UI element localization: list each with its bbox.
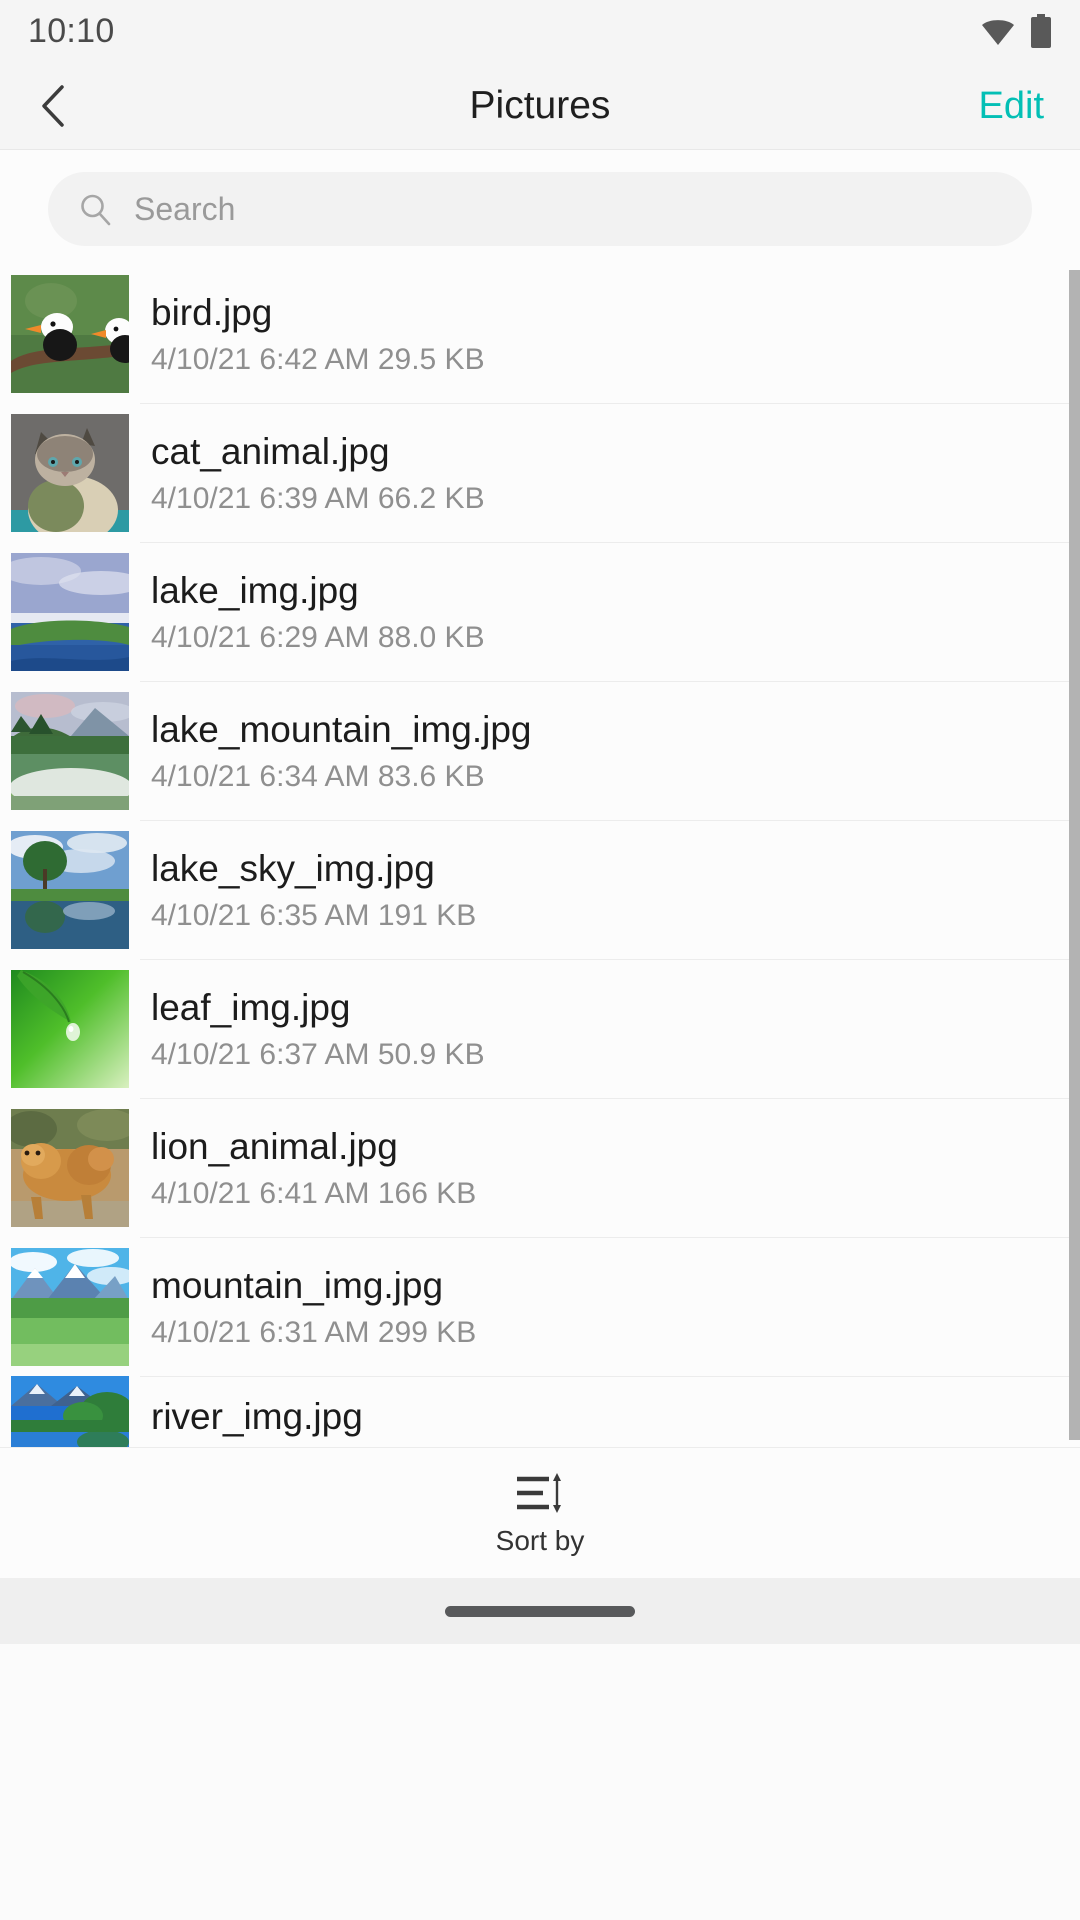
- file-name: cat_animal.jpg: [151, 431, 390, 473]
- back-button[interactable]: [0, 62, 110, 150]
- scrollbar-thumb[interactable]: [1069, 270, 1080, 1440]
- cat-thumbnail: [11, 413, 129, 532]
- wifi-icon: [980, 16, 1016, 46]
- file-name: lake_mountain_img.jpg: [151, 709, 532, 751]
- sort-by-label: Sort by: [495, 1524, 585, 1556]
- search-input[interactable]: Search: [48, 172, 1032, 246]
- file-list: bird.jpg 4/10/21 6:42 AM 29.5 KB cat_ani…: [0, 264, 1080, 1447]
- file-meta: 4/10/21 6:31 AM 299 KB: [151, 1315, 477, 1349]
- search-icon: [81, 194, 111, 226]
- lion-thumbnail: [11, 1108, 129, 1227]
- back-chevron-icon: [42, 84, 64, 127]
- search-bar-container: Search: [0, 150, 1080, 264]
- list-item-text: cat_animal.jpg 4/10/21 6:39 AM 66.2 KB: [151, 429, 485, 515]
- battery-full-icon: [1030, 14, 1052, 48]
- status-bar-icons: [980, 14, 1052, 48]
- river-thumbnail: [11, 1376, 129, 1447]
- sort-by-icon: [516, 1472, 561, 1513]
- system-navigation-bar: [0, 1578, 1080, 1644]
- status-bar: 10:10: [0, 0, 1080, 62]
- list-item[interactable]: river_img.jpg: [0, 1376, 1080, 1447]
- file-meta: 4/10/21 6:37 AM 50.9 KB: [151, 1037, 485, 1071]
- bottom-toolbar: Sort by: [0, 1447, 1080, 1578]
- file-meta: 4/10/21 6:29 AM 88.0 KB: [151, 620, 485, 654]
- list-item[interactable]: cat_animal.jpg 4/10/21 6:39 AM 66.2 KB: [0, 403, 1080, 542]
- list-item-text: lake_sky_img.jpg 4/10/21 6:35 AM 191 KB: [151, 846, 476, 932]
- list-item-text: lake_img.jpg 4/10/21 6:29 AM 88.0 KB: [151, 568, 485, 654]
- file-meta: 4/10/21 6:42 AM 29.5 KB: [151, 342, 485, 376]
- list-item-text: leaf_img.jpg 4/10/21 6:37 AM 50.9 KB: [151, 985, 485, 1071]
- page-title: Pictures: [469, 83, 611, 127]
- file-name: lake_img.jpg: [151, 570, 359, 612]
- sort-by-button[interactable]: Sort by: [456, 1464, 625, 1563]
- list-item-text: lake_mountain_img.jpg 4/10/21 6:34 AM 83…: [151, 707, 532, 793]
- file-name: mountain_img.jpg: [151, 1265, 444, 1307]
- list-item[interactable]: lake_img.jpg 4/10/21 6:29 AM 88.0 KB: [0, 542, 1080, 681]
- home-gesture-handle[interactable]: [445, 1605, 635, 1617]
- file-meta: 4/10/21 6:39 AM 66.2 KB: [151, 481, 485, 515]
- list-item[interactable]: lake_mountain_img.jpg 4/10/21 6:34 AM 83…: [0, 681, 1080, 820]
- file-meta: 4/10/21 6:41 AM 166 KB: [151, 1176, 477, 1210]
- search-placeholder: Search: [134, 190, 236, 227]
- list-item[interactable]: mountain_img.jpg 4/10/21 6:31 AM 299 KB: [0, 1237, 1080, 1376]
- list-item-text: bird.jpg 4/10/21 6:42 AM 29.5 KB: [151, 290, 485, 376]
- file-name: bird.jpg: [151, 292, 273, 334]
- file-name: lake_sky_img.jpg: [151, 848, 435, 890]
- list-item-text: river_img.jpg: [151, 1376, 363, 1440]
- lake-thumbnail: [11, 552, 129, 671]
- file-name: lion_animal.jpg: [151, 1126, 398, 1168]
- lake-mountain-thumbnail: [11, 691, 129, 810]
- leaf-thumbnail: [11, 969, 129, 1088]
- list-item[interactable]: leaf_img.jpg 4/10/21 6:37 AM 50.9 KB: [0, 959, 1080, 1098]
- app-bar: Pictures Edit: [0, 62, 1080, 150]
- list-item[interactable]: bird.jpg 4/10/21 6:42 AM 29.5 KB: [0, 264, 1080, 403]
- bird-thumbnail: [11, 274, 129, 393]
- mountain-thumbnail: [11, 1247, 129, 1366]
- status-bar-clock: 10:10: [28, 11, 115, 50]
- list-scrollbar[interactable]: [1069, 264, 1080, 1447]
- lake-sky-thumbnail: [11, 830, 129, 949]
- file-meta: 4/10/21 6:34 AM 83.6 KB: [151, 759, 485, 793]
- file-name: leaf_img.jpg: [151, 987, 351, 1029]
- list-item[interactable]: lake_sky_img.jpg 4/10/21 6:35 AM 191 KB: [0, 820, 1080, 959]
- file-meta: 4/10/21 6:35 AM 191 KB: [151, 898, 477, 932]
- edit-button[interactable]: Edit: [943, 62, 1080, 150]
- list-item-text: lion_animal.jpg 4/10/21 6:41 AM 166 KB: [151, 1124, 476, 1210]
- list-item[interactable]: lion_animal.jpg 4/10/21 6:41 AM 166 KB: [0, 1098, 1080, 1237]
- list-item-text: mountain_img.jpg 4/10/21 6:31 AM 299 KB: [151, 1263, 476, 1349]
- file-name: river_img.jpg: [151, 1396, 363, 1437]
